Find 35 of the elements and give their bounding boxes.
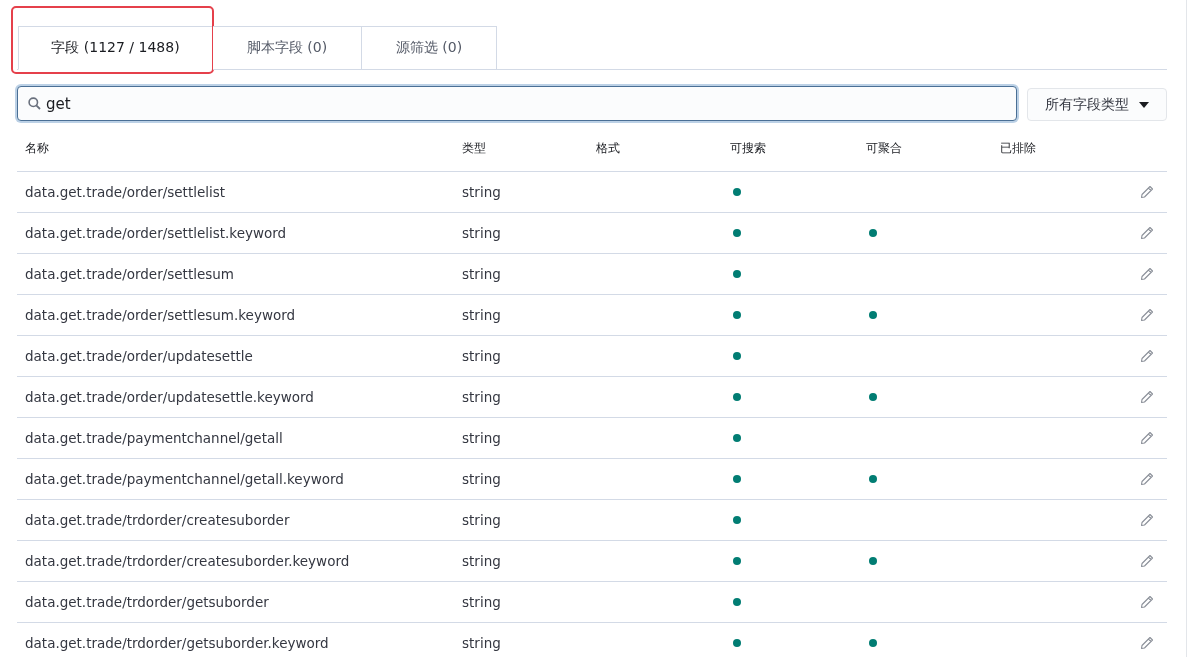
tab[interactable]: 脚本字段 (0) bbox=[213, 26, 362, 70]
table-cell-text: data.get.trade/order/updatesettle.keyword bbox=[25, 389, 315, 405]
column-header: 可搜索 bbox=[730, 140, 767, 157]
table-cell-text: string bbox=[462, 389, 502, 405]
table-cell-text: data.get.trade/order/settlesum bbox=[25, 266, 235, 282]
table-cell-text: string bbox=[462, 471, 502, 487]
table-cell-text: string bbox=[462, 266, 502, 282]
table-cell-text: string bbox=[462, 307, 502, 323]
column-header: 已排除 bbox=[1000, 140, 1037, 157]
table-cell-text: data.get.trade/order/settlelist bbox=[25, 184, 227, 200]
tab[interactable]: 字段 (1127 / 1488) bbox=[18, 26, 213, 70]
table-cell-text: data.get.trade/paymentchannel/getall bbox=[25, 430, 284, 446]
column-header: 名称 bbox=[25, 140, 50, 157]
table-cell-text: data.get.trade/paymentchannel/getall.keyword bbox=[25, 471, 345, 487]
table-cell-text: string bbox=[462, 430, 502, 446]
search-field[interactable]: get bbox=[17, 86, 1017, 121]
table-cell-text: data.get.trade/order/settlesum.keyword bbox=[25, 307, 297, 323]
table-cell-text: string bbox=[462, 184, 502, 200]
table-cell-text: data.get.trade/trdorder/createsuborder bbox=[25, 512, 291, 528]
table-cell-text: data.get.trade/trdorder/getsuborder.keyword bbox=[25, 635, 330, 651]
table-cell-text: string bbox=[462, 225, 502, 241]
column-header: 可聚合 bbox=[866, 140, 903, 157]
tab[interactable]: 源筛选 (0) bbox=[362, 26, 497, 70]
table-cell-text: data.get.trade/order/updatesettle bbox=[25, 348, 254, 364]
table-cell-text: data.get.trade/trdorder/getsuborder bbox=[25, 594, 270, 610]
table-cell-text: data.get.trade/trdorder/createsuborder.keyword bbox=[25, 553, 351, 569]
table-cell-text: data.get.trade/order/settlelist.keyword bbox=[25, 225, 288, 241]
table-cell-text: string bbox=[462, 594, 502, 610]
column-header: 类型 bbox=[462, 140, 487, 157]
table-cell-text: string bbox=[462, 553, 502, 569]
table-cell-text: string bbox=[462, 512, 502, 528]
column-header: 格式 bbox=[596, 140, 621, 157]
field-type-dropdown[interactable]: 所有字段类型 bbox=[1027, 88, 1167, 121]
table-cell-text: string bbox=[462, 635, 502, 651]
table-cell-text: string bbox=[462, 348, 502, 364]
